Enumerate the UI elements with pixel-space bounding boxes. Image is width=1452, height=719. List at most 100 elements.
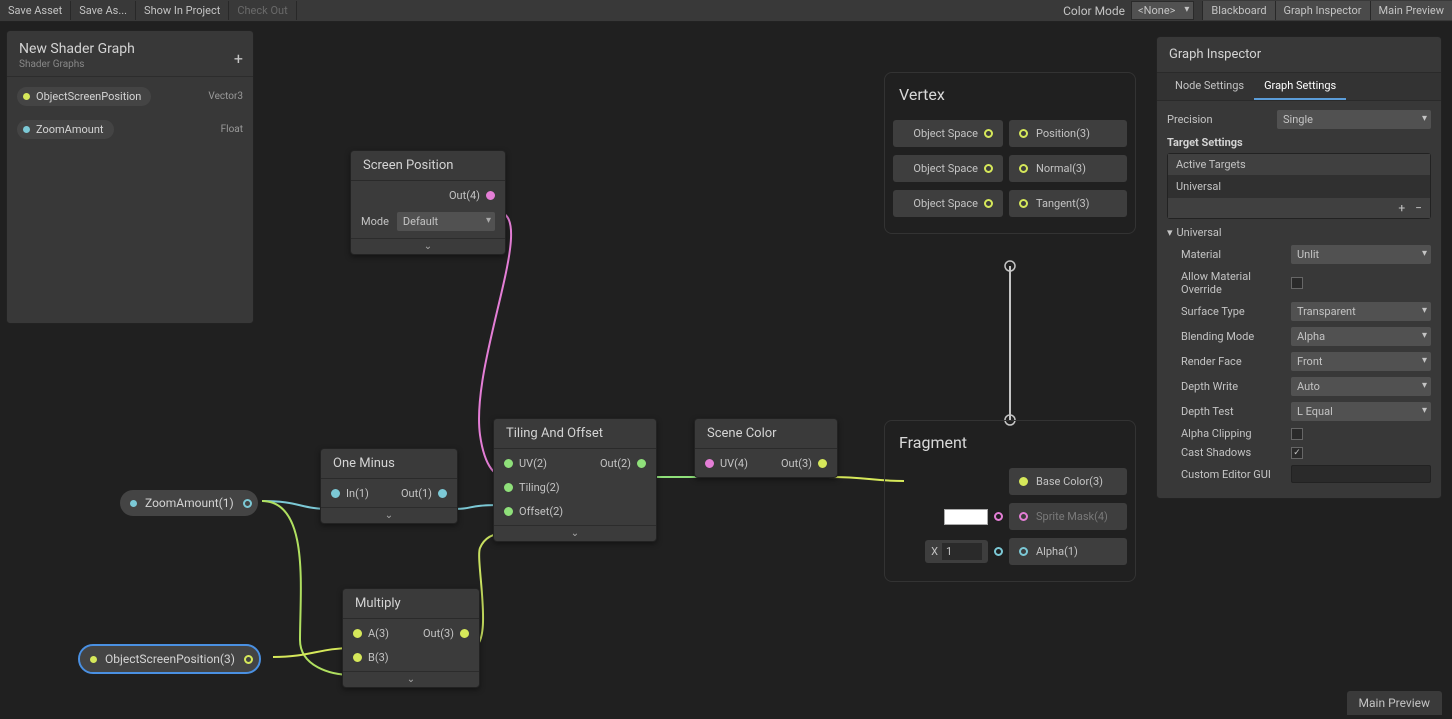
custom-editor-input[interactable] [1291,465,1431,483]
input-port[interactable] [994,547,1003,556]
add-target-button[interactable]: + [1398,201,1405,215]
input-port[interactable] [331,489,340,498]
allow-override-label: Allow Material Override [1181,270,1291,296]
property-type: Vector3 [208,91,243,102]
input-port[interactable] [994,512,1003,521]
input-port[interactable] [1019,164,1028,173]
chip-label: ZoomAmount(1) [145,496,234,510]
space-port[interactable] [984,129,993,138]
color-swatch[interactable] [944,509,988,525]
collapse-button[interactable]: ⌄ [321,507,457,523]
universal-foldout[interactable]: ▾Universal [1167,223,1431,242]
input-port[interactable] [504,459,513,468]
input-port[interactable] [1019,512,1028,521]
space-port[interactable] [984,164,993,173]
slot-label: Alpha(1) [1036,545,1078,558]
input-port[interactable] [353,653,362,662]
show-in-project-button[interactable]: Show In Project [136,1,229,20]
color-mode-select[interactable]: <None> [1131,1,1194,20]
depth-write-select[interactable]: Auto [1291,377,1431,396]
space-port[interactable] [984,199,993,208]
depth-test-label: Depth Test [1181,405,1291,418]
chevron-down-icon: ▾ [1167,226,1173,239]
main-preview-toggle[interactable]: Main Preview [1370,1,1452,20]
render-face-select[interactable]: Front [1291,352,1431,371]
blackboard-toggle[interactable]: Blackboard [1202,1,1274,20]
list-header: Active Targets [1168,154,1430,175]
allow-override-checkbox[interactable] [1291,277,1303,289]
node-multiply[interactable]: Multiply A(3) Out(3) B(3) ⌄ [342,588,480,688]
input-port[interactable] [353,629,362,638]
save-as-button[interactable]: Save As... [71,1,136,20]
property-dot-icon [90,656,97,663]
main-preview-tab[interactable]: Main Preview [1347,691,1442,715]
slot-label: Position(3) [1036,127,1090,140]
list-item[interactable]: Universal [1168,175,1430,198]
add-property-button[interactable]: + [234,49,243,68]
node-screen-position[interactable]: Screen Position Out(4) Mode Default ⌄ [350,150,506,255]
remove-target-button[interactable]: − [1415,201,1422,215]
node-tiling-and-offset[interactable]: Tiling And Offset UV(2) Out(2) Tiling(2)… [493,418,657,542]
input-port[interactable] [1019,199,1028,208]
output-port[interactable] [637,459,646,468]
blackboard-subtitle: Shader Graphs [19,59,241,70]
blackboard-panel: New Shader Graph Shader Graphs + ObjectS… [6,30,254,324]
property-node-object-screen-position[interactable]: ObjectScreenPosition(3) [80,646,259,672]
vertex-stack[interactable]: Vertex Object Space Position(3) Object S… [884,72,1136,234]
slot-label: Normal(3) [1036,162,1086,175]
depth-test-select[interactable]: L Equal [1291,402,1431,421]
collapse-button[interactable]: ⌄ [351,238,505,254]
tab-node-settings[interactable]: Node Settings [1165,73,1254,100]
precision-select[interactable]: Single [1277,110,1431,129]
input-port[interactable] [1019,547,1028,556]
input-port[interactable] [504,483,513,492]
port-label: Out(3) [423,627,454,640]
cast-shadows-label: Cast Shadows [1181,446,1291,459]
node-one-minus[interactable]: One Minus In(1) Out(1) ⌄ [320,448,458,524]
property-node-zoom-amount[interactable]: ZoomAmount(1) [120,490,258,516]
input-port[interactable] [504,507,513,516]
node-title: Tiling And Offset [494,419,656,449]
save-asset-button[interactable]: Save Asset [0,1,71,20]
color-mode-label: Color Mode [1057,4,1131,18]
collapse-button[interactable]: ⌄ [494,525,656,541]
alpha-clipping-label: Alpha Clipping [1181,427,1291,440]
output-port[interactable] [438,489,447,498]
output-port[interactable] [818,459,827,468]
surface-type-select[interactable]: Transparent [1291,302,1431,321]
active-targets-list: Active Targets Universal +− [1167,153,1431,219]
slot-label: Sprite Mask(4) [1036,510,1108,523]
input-port[interactable] [1019,129,1028,138]
x-label: X [931,545,938,558]
property-name: ZoomAmount [36,123,104,136]
slot-label: Tangent(3) [1036,197,1089,210]
fragment-stack[interactable]: Fragment Base Color(3) Sprite Mask(4) X … [884,420,1136,582]
alpha-clipping-checkbox[interactable] [1291,428,1303,440]
blending-mode-select[interactable]: Alpha [1291,327,1431,346]
tab-graph-settings[interactable]: Graph Settings [1254,73,1346,100]
port-label: In(1) [346,487,369,500]
slot-space-label: Object Space [913,127,978,140]
material-select[interactable]: Unlit [1291,245,1431,264]
port-label: B(3) [368,651,389,664]
alpha-x-input[interactable] [942,543,982,560]
slot-label: Base Color(3) [1036,475,1103,488]
input-port[interactable] [1019,477,1028,486]
output-port[interactable] [244,655,253,664]
collapse-button[interactable]: ⌄ [343,671,479,687]
node-scene-color[interactable]: Scene Color UV(4) Out(3) [694,418,838,478]
output-port[interactable] [243,499,252,508]
cast-shadows-checkbox[interactable] [1291,447,1303,459]
property-row[interactable]: ObjectScreenPosition Vector3 [7,83,253,110]
property-row[interactable]: ZoomAmount Float [7,116,253,143]
graph-inspector-toggle[interactable]: Graph Inspector [1275,1,1370,20]
output-port[interactable] [486,191,495,200]
mode-select[interactable]: Default [397,212,495,231]
blending-mode-label: Blending Mode [1181,330,1291,343]
render-face-label: Render Face [1181,355,1291,368]
node-title: One Minus [321,449,457,479]
output-port[interactable] [460,629,469,638]
slot-space-label: Object Space [913,197,978,210]
port-label: UV(4) [720,457,748,470]
input-port[interactable] [705,459,714,468]
